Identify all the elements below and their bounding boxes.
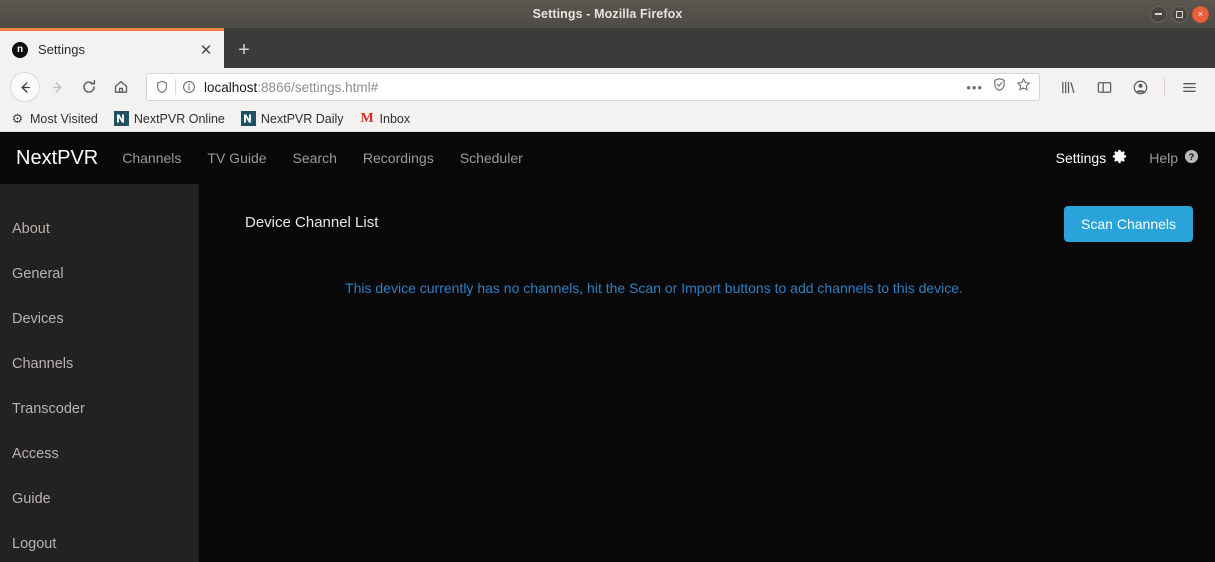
nav-link-search[interactable]: Search bbox=[293, 150, 337, 166]
window-titlebar: Settings - Mozilla Firefox × bbox=[0, 0, 1215, 28]
url-host: localhost bbox=[204, 79, 258, 95]
window-controls: × bbox=[1150, 0, 1209, 28]
content-header: Device Channel List Scan Channels bbox=[245, 206, 1193, 242]
window-maximize-button[interactable] bbox=[1171, 5, 1188, 23]
url-divider bbox=[175, 79, 176, 95]
app-navbar: NextPVR Channels TV Guide Search Recordi… bbox=[0, 132, 1215, 184]
sidebar-item-transcoder[interactable]: Transcoder bbox=[0, 392, 199, 426]
nextpvr-icon bbox=[240, 111, 256, 126]
scan-channels-button[interactable]: Scan Channels bbox=[1064, 206, 1193, 242]
bookmark-nextpvr-online[interactable]: NextPVR Online bbox=[113, 111, 225, 126]
nav-settings-label: Settings bbox=[1055, 150, 1107, 166]
account-button[interactable] bbox=[1124, 72, 1156, 102]
info-icon[interactable] bbox=[182, 80, 196, 94]
sidebar-item-about[interactable]: About bbox=[0, 212, 199, 246]
toolbar-right-actions bbox=[1048, 72, 1205, 102]
tracking-protection-icon[interactable] bbox=[992, 77, 1007, 97]
help-circle-icon: ? bbox=[1184, 149, 1199, 167]
sidebar-item-channels[interactable]: Channels bbox=[0, 347, 199, 381]
browser-tab-settings[interactable]: n Settings ✕ bbox=[0, 28, 224, 68]
nav-link-scheduler[interactable]: Scheduler bbox=[460, 150, 523, 166]
url-path: :8866/settings.html# bbox=[257, 79, 379, 95]
bookmark-label: NextPVR Online bbox=[133, 111, 225, 126]
reload-icon bbox=[83, 79, 96, 93]
nav-link-channels[interactable]: Channels bbox=[122, 150, 181, 166]
gear-icon bbox=[1112, 149, 1127, 167]
sidebar-toggle-button[interactable] bbox=[1088, 72, 1120, 102]
page-content: NextPVR Channels TV Guide Search Recordi… bbox=[0, 132, 1215, 562]
tab-title: Settings bbox=[38, 42, 85, 57]
library-icon bbox=[1061, 81, 1074, 93]
tab-close-icon[interactable]: ✕ bbox=[196, 40, 216, 60]
svg-text:?: ? bbox=[1189, 152, 1194, 162]
app-menu-button[interactable] bbox=[1173, 72, 1205, 102]
forward-button[interactable] bbox=[42, 72, 72, 102]
browser-tabstrip: n Settings ✕ + bbox=[0, 28, 1215, 68]
settings-sidebar: About General Devices Channels Transcode… bbox=[0, 184, 199, 562]
home-button[interactable] bbox=[106, 72, 136, 102]
back-button[interactable] bbox=[10, 72, 40, 102]
nav-link-help[interactable]: Help ? bbox=[1149, 149, 1199, 167]
home-icon bbox=[114, 80, 128, 93]
bookmark-most-visited[interactable]: ⚙ Most Visited bbox=[10, 111, 98, 126]
app-nav-links: Channels TV Guide Search Recordings Sche… bbox=[122, 150, 523, 166]
url-text[interactable]: localhost:8866/settings.html# bbox=[202, 80, 960, 95]
nav-link-settings[interactable]: Settings bbox=[1056, 149, 1128, 167]
url-actions: ••• bbox=[966, 77, 1031, 97]
sidebar-item-guide[interactable]: Guide bbox=[0, 482, 199, 516]
page-actions-icon[interactable]: ••• bbox=[966, 80, 983, 95]
nav-help-label: Help bbox=[1149, 150, 1178, 166]
bookmark-label: NextPVR Daily bbox=[260, 111, 344, 126]
library-button[interactable] bbox=[1052, 72, 1084, 102]
toolbar-divider bbox=[1164, 77, 1165, 97]
bookmark-star-icon[interactable] bbox=[1016, 77, 1031, 97]
empty-state-message: This device currently has no channels, h… bbox=[345, 280, 963, 296]
close-icon: × bbox=[1197, 8, 1204, 19]
nav-link-tv-guide[interactable]: TV Guide bbox=[207, 150, 266, 166]
gear-icon: ⚙ bbox=[11, 110, 24, 126]
gmail-icon: M bbox=[360, 110, 374, 126]
bookmark-label: Most Visited bbox=[30, 111, 98, 126]
bookmark-nextpvr-daily[interactable]: NextPVR Daily bbox=[240, 111, 344, 126]
favicon-nextpvr-icon: n bbox=[12, 41, 28, 58]
sidebar-item-logout[interactable]: Logout bbox=[0, 527, 199, 561]
back-arrow-icon bbox=[21, 81, 30, 93]
nav-link-recordings[interactable]: Recordings bbox=[363, 150, 434, 166]
window-close-button[interactable]: × bbox=[1192, 5, 1209, 23]
account-icon bbox=[1133, 80, 1147, 94]
sidebar-icon bbox=[1097, 81, 1111, 93]
bookmarks-bar: ⚙ Most Visited NextPVR Online NextPVR Da… bbox=[0, 106, 1215, 132]
page-title: Device Channel List bbox=[245, 214, 379, 231]
sidebar-item-access[interactable]: Access bbox=[0, 437, 199, 471]
bookmark-inbox[interactable]: M Inbox bbox=[360, 110, 411, 126]
hamburger-menu-icon bbox=[1182, 82, 1196, 92]
sidebar-item-general[interactable]: General bbox=[0, 257, 199, 291]
new-tab-button[interactable]: + bbox=[224, 32, 264, 68]
url-bar[interactable]: localhost:8866/settings.html# ••• bbox=[146, 73, 1040, 101]
forward-arrow-icon bbox=[52, 81, 61, 93]
settings-content: Device Channel List Scan Channels This d… bbox=[199, 184, 1215, 562]
nextpvr-icon bbox=[113, 111, 129, 126]
bookmark-label: Inbox bbox=[379, 111, 411, 126]
app-brand[interactable]: NextPVR bbox=[16, 147, 98, 170]
window-minimize-button[interactable] bbox=[1150, 5, 1167, 23]
reload-button[interactable] bbox=[74, 72, 104, 102]
app-body: About General Devices Channels Transcode… bbox=[0, 184, 1215, 562]
shield-icon bbox=[155, 80, 169, 94]
sidebar-item-devices[interactable]: Devices bbox=[0, 302, 199, 336]
browser-toolbar: localhost:8866/settings.html# ••• bbox=[0, 68, 1215, 106]
window-title: Settings - Mozilla Firefox bbox=[532, 7, 683, 21]
app-nav-right: Settings Help ? bbox=[1056, 149, 1199, 167]
